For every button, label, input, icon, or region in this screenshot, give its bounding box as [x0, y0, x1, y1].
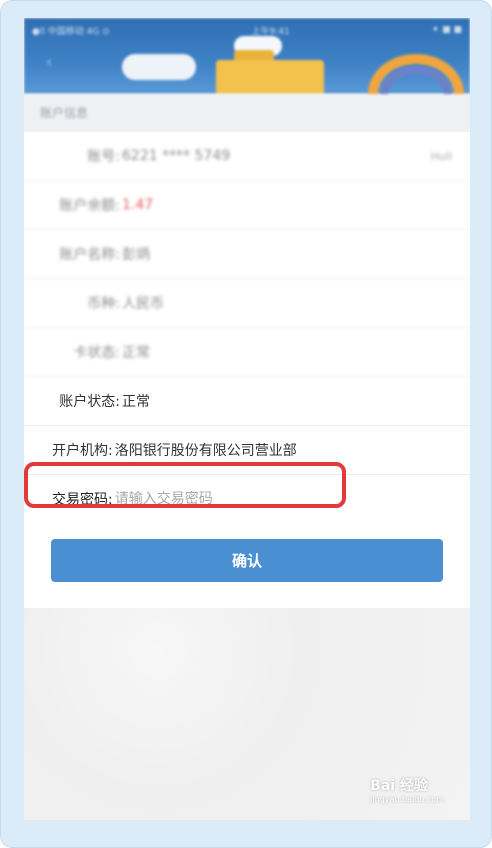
status-time: 上午9:41 [251, 26, 290, 37]
account-name-label: 账户名称: [59, 247, 120, 263]
balance-label: 账户余额: [59, 198, 120, 214]
account-status-value: 正常 [122, 394, 150, 410]
header-banner: ●ll 中国移动 4G ⊙ 上午9:41 ✦ ■ ■ ‹ [24, 18, 470, 134]
account-status-row: 账户状态: 正常 [24, 377, 470, 426]
account-number-label: 账号: [87, 149, 120, 165]
section-title: 账户信息 [24, 94, 470, 132]
card-status-value: 正常 [122, 345, 150, 361]
status-bar: ●ll 中国移动 4G ⊙ 上午9:41 ✦ ■ ■ [32, 24, 462, 37]
confirm-button[interactable]: 确认 [51, 539, 443, 582]
card-status-label: 卡状态: [73, 345, 120, 361]
balance-value: 1.47 [122, 197, 154, 213]
account-name-row: 账户名称: 彭炳 [24, 230, 470, 279]
status-carrier: ●ll 中国移动 4G ⊙ [32, 26, 110, 37]
password-highlight-box [24, 462, 346, 508]
account-status-label: 账户状态: [59, 394, 120, 410]
currency-row: 币种: 人民币 [24, 279, 470, 328]
currency-value: 人民币 [122, 296, 164, 312]
currency-label: 币种: [87, 296, 120, 312]
watermark-logo: Bai 经验 jingyan.baidu.com [370, 775, 444, 804]
watermark-sub: jingyan.baidu.com [370, 795, 444, 804]
cloud-illustration [122, 54, 196, 80]
institution-value: 洛阳银行股份有限公司营业部 [114, 443, 297, 459]
phone-screen: ●ll 中国移动 4G ⊙ 上午9:41 ✦ ■ ■ ‹ 账户信息 账号: 62… [24, 18, 470, 820]
folder-illustration [216, 60, 324, 94]
watermark-text: Bai 经验 [370, 778, 428, 794]
account-name-value: 彭炳 [122, 247, 150, 263]
balance-row: 账户余额: 1.47 [24, 181, 470, 230]
card-status-row: 卡状态: 正常 [24, 328, 470, 377]
button-area: 确认 [24, 510, 470, 608]
back-arrow-icon[interactable]: ‹ [46, 52, 52, 71]
status-battery: ✦ ■ ■ [431, 25, 462, 35]
account-number-value: 6221 **** 5749 [122, 148, 231, 164]
account-number-row: 账号: 6221 **** 5749 Hull [24, 132, 470, 181]
account-more-link[interactable]: Hull [431, 150, 452, 163]
institution-label: 开户机构: [52, 443, 113, 459]
